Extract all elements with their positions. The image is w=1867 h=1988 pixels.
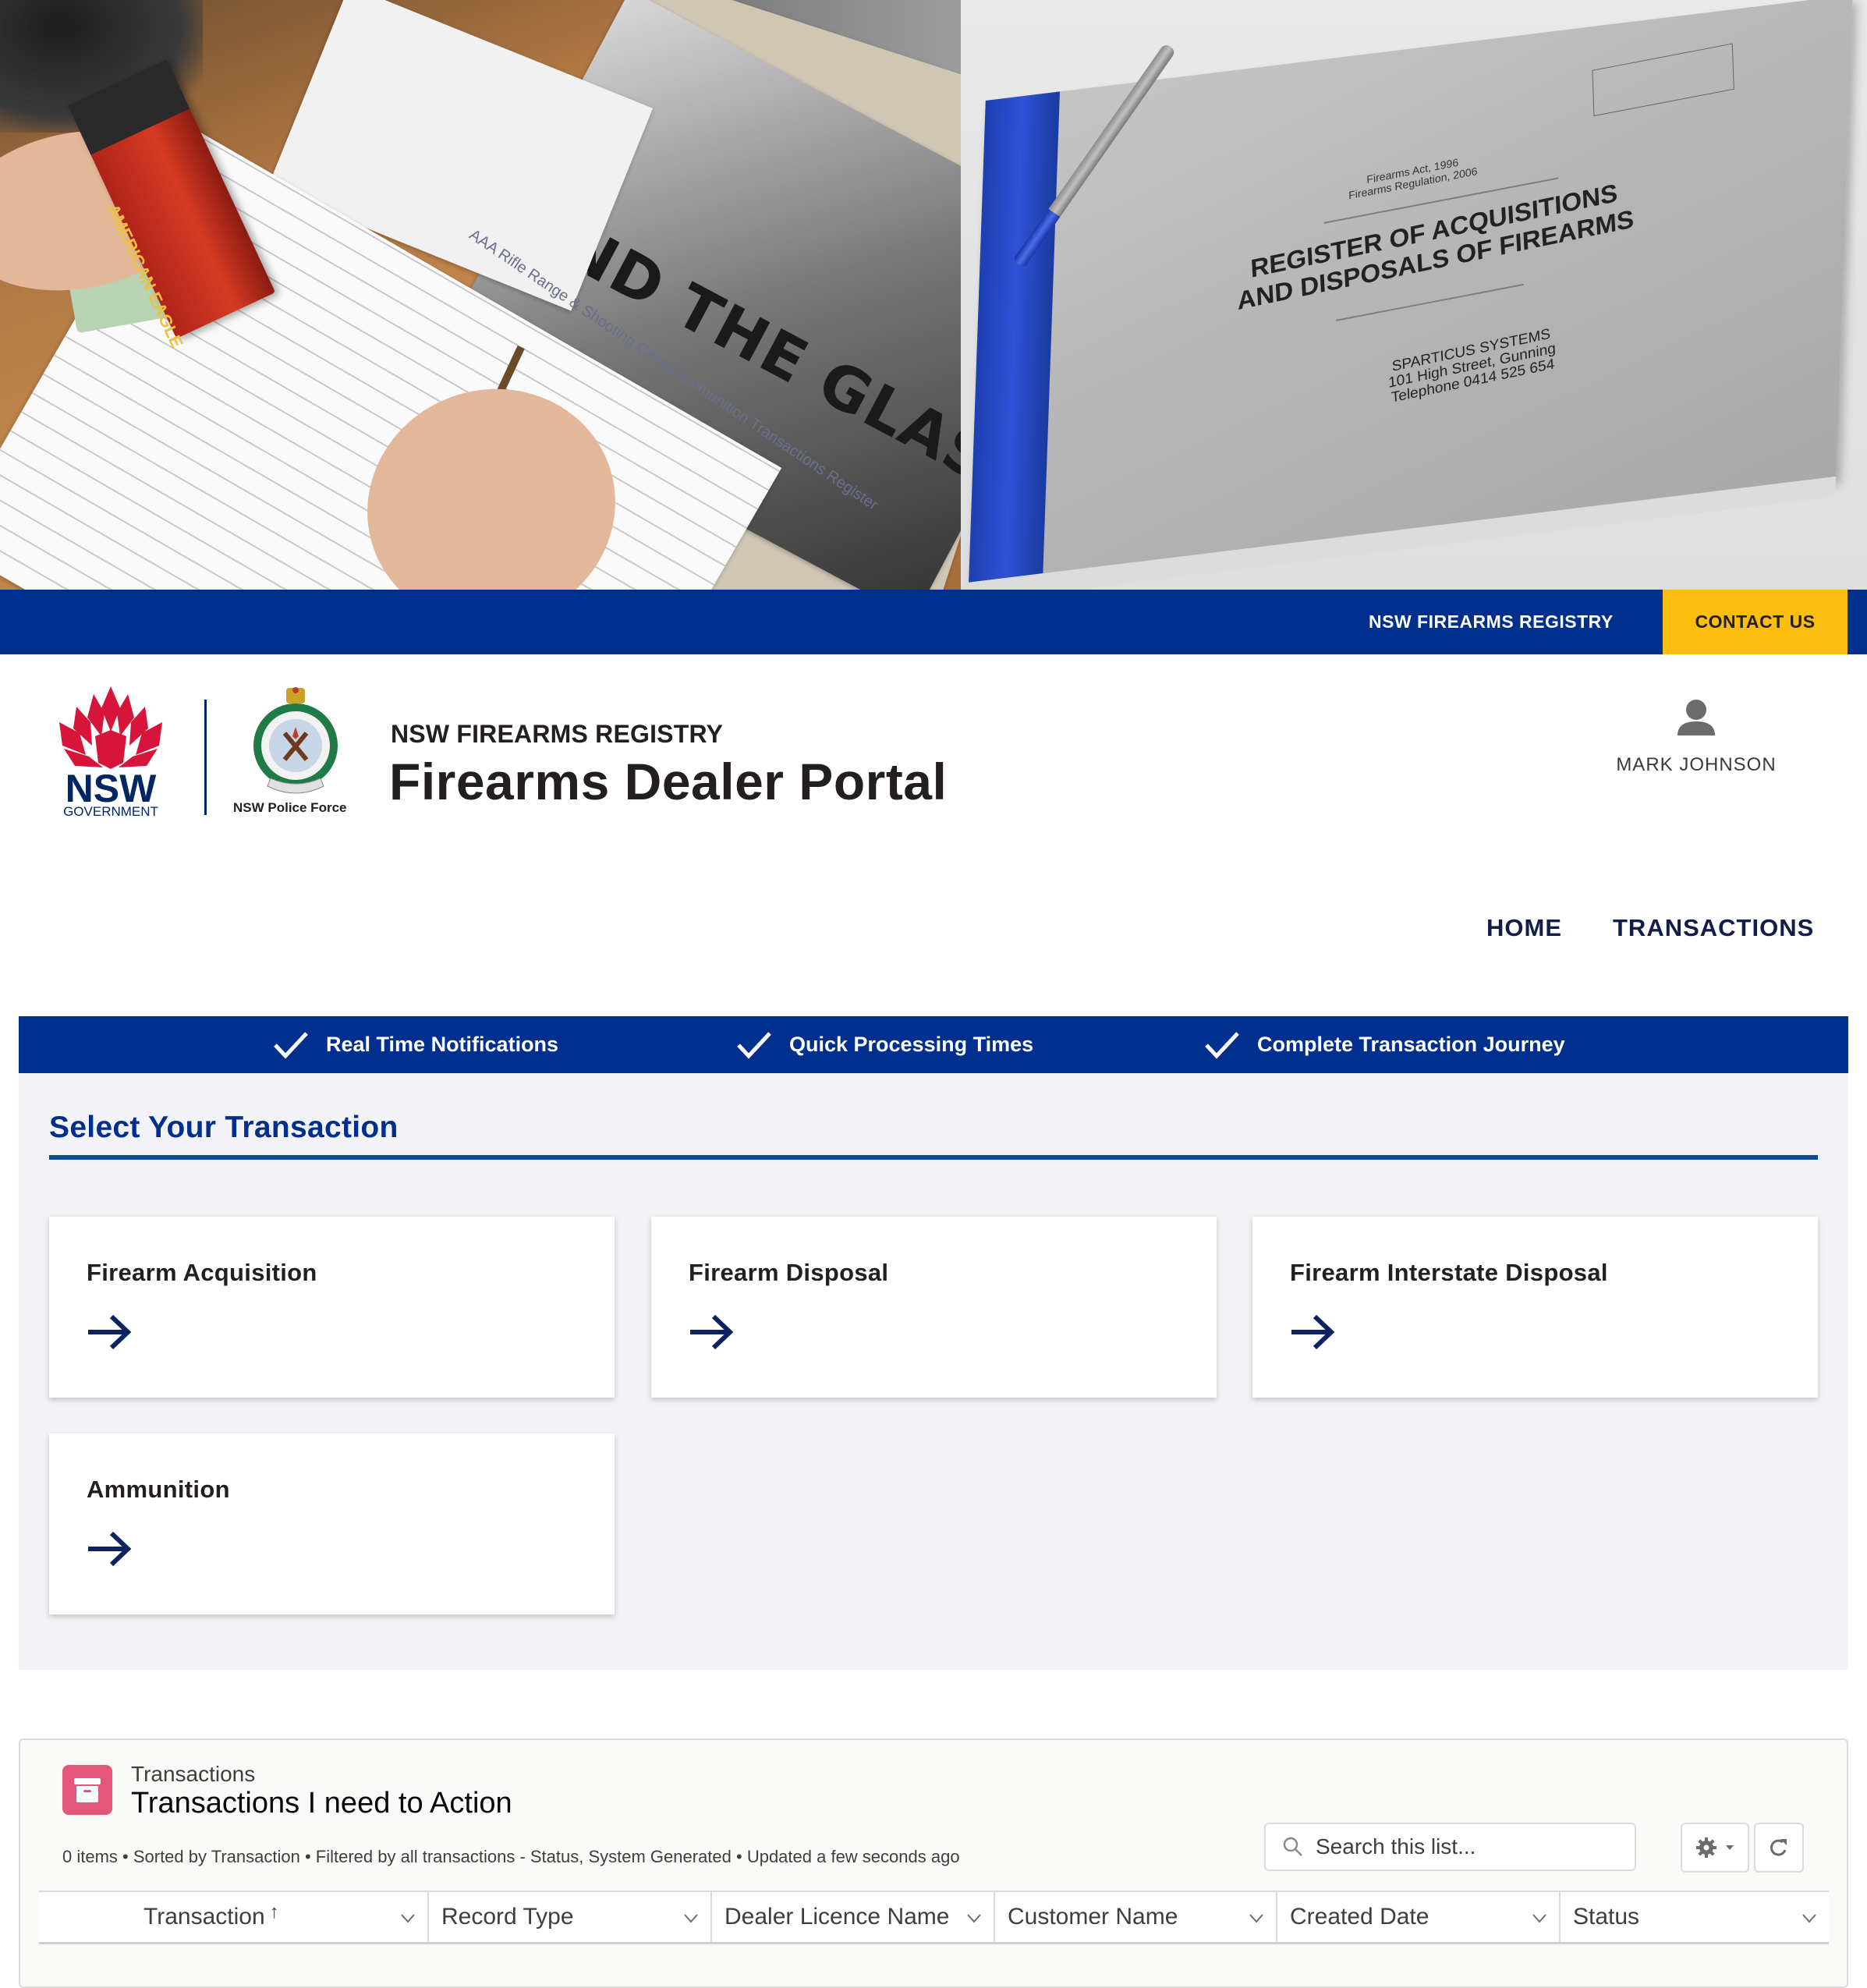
book-form-box: [1592, 43, 1734, 117]
book-publisher: SPARTICUS SYSTEMS 101 High Street, Gunni…: [1387, 325, 1557, 406]
nsw-firearms-registry-link[interactable]: NSW FIREARMS REGISTRY: [1369, 590, 1614, 654]
caret-down-icon: [1726, 1845, 1734, 1850]
card-title: Firearm Acquisition: [87, 1259, 317, 1286]
list-search-input[interactable]: [1316, 1834, 1628, 1859]
chevron-down-icon[interactable]: [399, 1909, 416, 1926]
feature-complete-transaction-journey: Complete Transaction Journey: [1204, 1016, 1565, 1073]
features-banner: Real Time Notifications Quick Processing…: [19, 1016, 1848, 1073]
nav-home[interactable]: HOME: [1486, 911, 1562, 945]
arrow-right-icon: [1291, 1314, 1335, 1350]
police-force-label: NSW Police Force: [233, 800, 347, 815]
header-subtitle: NSW FIREARMS REGISTRY: [391, 720, 724, 748]
sort-ascending-icon: ↑: [269, 1901, 279, 1922]
user-menu[interactable]: MARK JOHNSON: [1599, 698, 1794, 776]
list-view-name[interactable]: Transactions I need to Action: [131, 1787, 512, 1820]
list-object-name: Transactions: [131, 1762, 256, 1786]
hero-banner: BEHIND THE GLASS AAA Rifle Range & Shoot…: [0, 0, 1867, 590]
arrow-right-icon: [690, 1314, 734, 1350]
nsw-police-force-logo[interactable]: NSW Police Force: [230, 686, 363, 819]
chevron-down-icon[interactable]: [1801, 1909, 1818, 1926]
chevron-down-icon[interactable]: [682, 1909, 700, 1926]
list-view-controls-button[interactable]: [1681, 1823, 1749, 1873]
nav-transactions[interactable]: TRANSACTIONS: [1613, 911, 1814, 945]
top-utility-bar: NSW FIREARMS REGISTRY CONTACT US: [0, 590, 1867, 654]
card-title: Firearm Interstate Disposal: [1290, 1259, 1608, 1286]
archive-box-icon: [74, 1778, 101, 1802]
hero-photo-ammunition-register: BEHIND THE GLASS AAA Rifle Range & Shoot…: [0, 0, 961, 590]
card-title: Ammunition: [87, 1476, 230, 1503]
book-title: REGISTER OF ACQUISITIONS AND DISPOSALS O…: [1236, 178, 1635, 315]
chevron-down-icon[interactable]: [1531, 1909, 1548, 1926]
check-icon: [737, 1031, 771, 1059]
card-title: Firearm Disposal: [689, 1259, 889, 1286]
refresh-icon: [1770, 1839, 1787, 1856]
police-badge-icon: [253, 687, 338, 794]
column-header-status[interactable]: Status: [1561, 1892, 1829, 1942]
chevron-down-icon[interactable]: [965, 1909, 983, 1926]
book-act-text: Firearms Act, 1996 Firearms Regulation, …: [1348, 155, 1478, 202]
refresh-button[interactable]: [1754, 1823, 1804, 1873]
chevron-down-icon[interactable]: [1248, 1909, 1265, 1926]
book-spine: [969, 91, 1061, 583]
card-firearm-interstate-disposal[interactable]: Firearm Interstate Disposal: [1252, 1217, 1818, 1398]
hero-photo-register-book: Firearms Act, 1996 Firearms Regulation, …: [961, 0, 1867, 590]
section-title: Select Your Transaction: [49, 1111, 399, 1144]
waratah-icon: NSW GOVERNMENT: [59, 686, 162, 819]
card-firearm-acquisition[interactable]: Firearm Acquisition: [49, 1217, 615, 1398]
gear-icon: [1696, 1837, 1716, 1858]
column-header-customer-name[interactable]: Customer Name: [995, 1892, 1277, 1942]
user-icon: [1677, 700, 1715, 735]
list-view-meta: 0 items • Sorted by Transaction • Filter…: [62, 1847, 960, 1866]
feature-quick-processing-times: Quick Processing Times: [736, 1016, 1033, 1073]
government-wordmark: GOVERNMENT: [63, 804, 158, 817]
feature-real-time-notifications: Real Time Notifications: [273, 1016, 558, 1073]
search-icon: [1283, 1837, 1302, 1856]
logo-divider: [204, 700, 207, 815]
check-icon: [274, 1031, 308, 1059]
column-header-transaction[interactable]: Transaction ↑: [39, 1892, 429, 1942]
nsw-government-logo[interactable]: NSW GOVERNMENT: [48, 685, 173, 819]
list-search-box[interactable]: [1264, 1823, 1636, 1871]
column-header-created-date[interactable]: Created Date: [1277, 1892, 1561, 1942]
photo-register-book: Firearms Act, 1996 Firearms Regulation, …: [968, 0, 1853, 590]
contact-us-button[interactable]: CONTACT US: [1663, 590, 1848, 654]
user-name: MARK JOHNSON: [1616, 754, 1777, 775]
check-icon: [1205, 1031, 1239, 1059]
transactions-object-icon: [62, 1765, 112, 1815]
card-firearm-disposal[interactable]: Firearm Disposal: [651, 1217, 1217, 1398]
page-title: Firearms Dealer Portal: [389, 753, 948, 810]
section-divider: [49, 1155, 1818, 1160]
column-header-dealer-licence-name[interactable]: Dealer Licence Name: [712, 1892, 995, 1942]
arrow-right-icon: [88, 1314, 132, 1350]
card-ammunition[interactable]: Ammunition: [49, 1433, 615, 1614]
arrow-right-icon: [88, 1531, 132, 1567]
column-header-record-type[interactable]: Record Type: [429, 1892, 712, 1942]
list-table-header: Transaction ↑ Record Type Dealer Licence…: [39, 1891, 1829, 1944]
